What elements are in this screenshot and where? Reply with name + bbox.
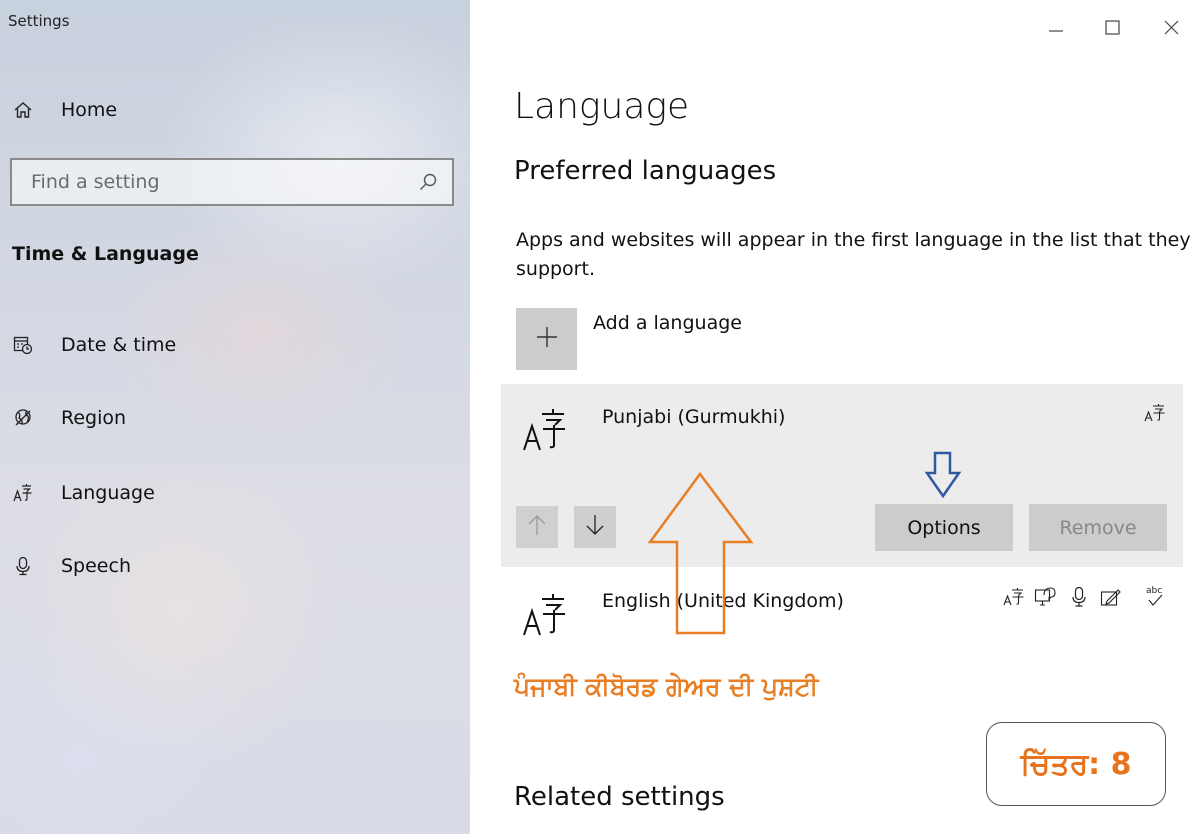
sidebar-item-date-time[interactable]: Date & time	[12, 330, 176, 360]
sidebar-item-language[interactable]: Language	[12, 478, 155, 508]
language-name: Punjabi (Gurmukhi)	[602, 406, 786, 428]
minimize-icon[interactable]	[1047, 18, 1065, 36]
app-title: Settings	[8, 12, 70, 30]
arrow-up-icon	[527, 514, 547, 540]
search-input[interactable]: Find a setting	[10, 158, 454, 206]
handwriting-icon	[1100, 586, 1122, 608]
move-down-button[interactable]	[574, 506, 616, 548]
page-title: Language	[514, 86, 690, 127]
sidebar-item-home[interactable]: Home	[12, 95, 117, 125]
sidebar: Settings Home Find a setting Time & Lang…	[0, 0, 470, 834]
add-language-label[interactable]: Add a language	[593, 312, 742, 334]
section-subtitle: Preferred languages	[514, 156, 777, 186]
sidebar-item-label: Date & time	[61, 334, 177, 356]
globe-icon	[12, 407, 34, 429]
text-to-speech-icon	[1034, 586, 1056, 608]
sidebar-item-label: Region	[61, 407, 127, 429]
figure-label: ਚਿੱਤਰ: 8	[986, 722, 1166, 806]
description-text: Apps and websites will appear in the fir…	[516, 229, 1191, 280]
section-title: Time & Language	[12, 243, 199, 265]
speech-icon	[1068, 586, 1090, 608]
display-language-icon	[1003, 586, 1025, 608]
sidebar-item-label: Speech	[61, 555, 131, 577]
sidebar-item-label: Language	[61, 482, 155, 504]
figure-label-text: ਚਿੱਤਰ: 8	[1020, 746, 1132, 782]
sidebar-item-label: Home	[61, 99, 118, 121]
spelling-icon: abc	[1144, 584, 1166, 606]
search-placeholder: Find a setting	[31, 171, 160, 193]
related-settings-title: Related settings	[514, 782, 725, 812]
plus-icon	[535, 325, 559, 353]
sidebar-item-region[interactable]: Region	[12, 403, 126, 433]
move-up-button[interactable]	[516, 506, 558, 548]
svg-text:abc: abc	[1146, 586, 1162, 596]
add-language-button[interactable]	[516, 308, 577, 370]
display-language-icon	[1144, 402, 1166, 424]
language-glyph-icon	[520, 404, 568, 454]
sidebar-item-speech[interactable]: Speech	[12, 551, 131, 581]
language-name[interactable]: English (United Kingdom)	[602, 590, 844, 612]
search-icon[interactable]	[418, 172, 438, 192]
maximize-icon[interactable]	[1104, 18, 1122, 36]
microphone-icon	[12, 555, 34, 577]
options-button[interactable]: Options	[875, 504, 1013, 551]
language-glyph-icon	[520, 589, 568, 639]
language-icon	[12, 482, 34, 504]
annotation-note: ਪੰਜਾਬੀ ਕੀਬੋਰਡ ਗੇਅਰ ਦੀ ਪੁਸ਼ਟੀ	[514, 672, 819, 701]
home-icon	[12, 99, 34, 121]
arrow-down-icon	[585, 514, 605, 540]
close-icon[interactable]	[1163, 18, 1181, 36]
remove-button[interactable]: Remove	[1029, 504, 1167, 551]
calendar-clock-icon	[12, 334, 34, 356]
